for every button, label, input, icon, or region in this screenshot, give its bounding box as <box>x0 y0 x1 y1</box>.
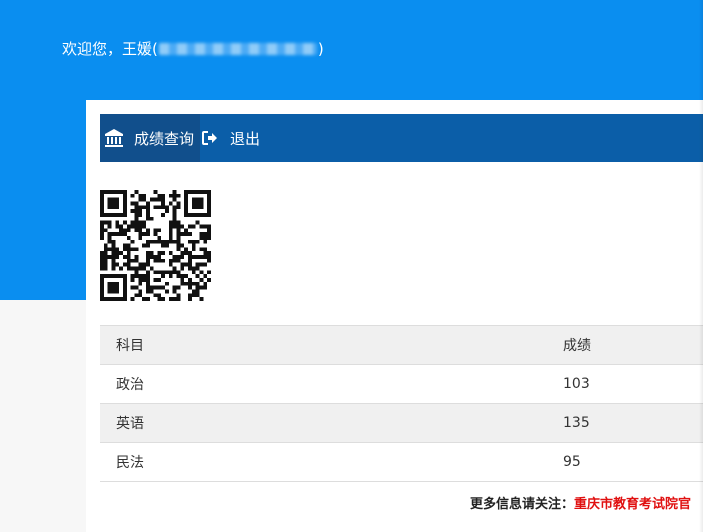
footer-link[interactable]: 重庆市教育考试院官 <box>574 497 691 512</box>
main-card: 成绩查询 退出 科目 成绩 政治 103 英语 135 民法 95 更多信息请关… <box>86 100 703 532</box>
nav-item-logout-label: 退出 <box>230 129 261 148</box>
top-navbar: 成绩查询 退出 <box>100 114 703 162</box>
qr-code <box>100 190 211 301</box>
welcome-message: 欢迎您，王媛( ) <box>62 38 324 60</box>
table-header-row: 科目 成绩 <box>100 325 703 365</box>
table-row: 政治 103 <box>100 364 703 404</box>
footer-note: 更多信息请关注：重庆市教育考试院官 <box>470 493 691 512</box>
nav-item-scores-label: 成绩查询 <box>134 129 195 148</box>
score-table: 科目 成绩 政治 103 英语 135 民法 95 <box>100 325 703 482</box>
nav-item-logout[interactable]: 退出 <box>200 114 260 162</box>
score-cell: 135 <box>547 403 703 443</box>
header-subject: 科目 <box>100 325 547 365</box>
bank-icon <box>105 129 123 147</box>
welcome-prefix: 欢迎您，王媛( <box>62 40 158 58</box>
table-row: 英语 135 <box>100 403 703 443</box>
subject-cell: 英语 <box>100 403 547 443</box>
header-score: 成绩 <box>547 325 703 365</box>
score-cell: 103 <box>547 364 703 404</box>
welcome-suffix: ) <box>317 40 324 58</box>
subject-cell: 民法 <box>100 442 547 482</box>
table-row: 民法 95 <box>100 442 703 482</box>
logout-icon <box>202 131 218 145</box>
right-edge-shadow <box>699 0 703 532</box>
nav-item-scores[interactable]: 成绩查询 <box>100 114 201 162</box>
footer-prefix: 更多信息请关注： <box>470 497 575 512</box>
blurred-id <box>158 43 317 55</box>
subject-cell: 政治 <box>100 364 547 404</box>
score-cell: 95 <box>547 442 703 482</box>
